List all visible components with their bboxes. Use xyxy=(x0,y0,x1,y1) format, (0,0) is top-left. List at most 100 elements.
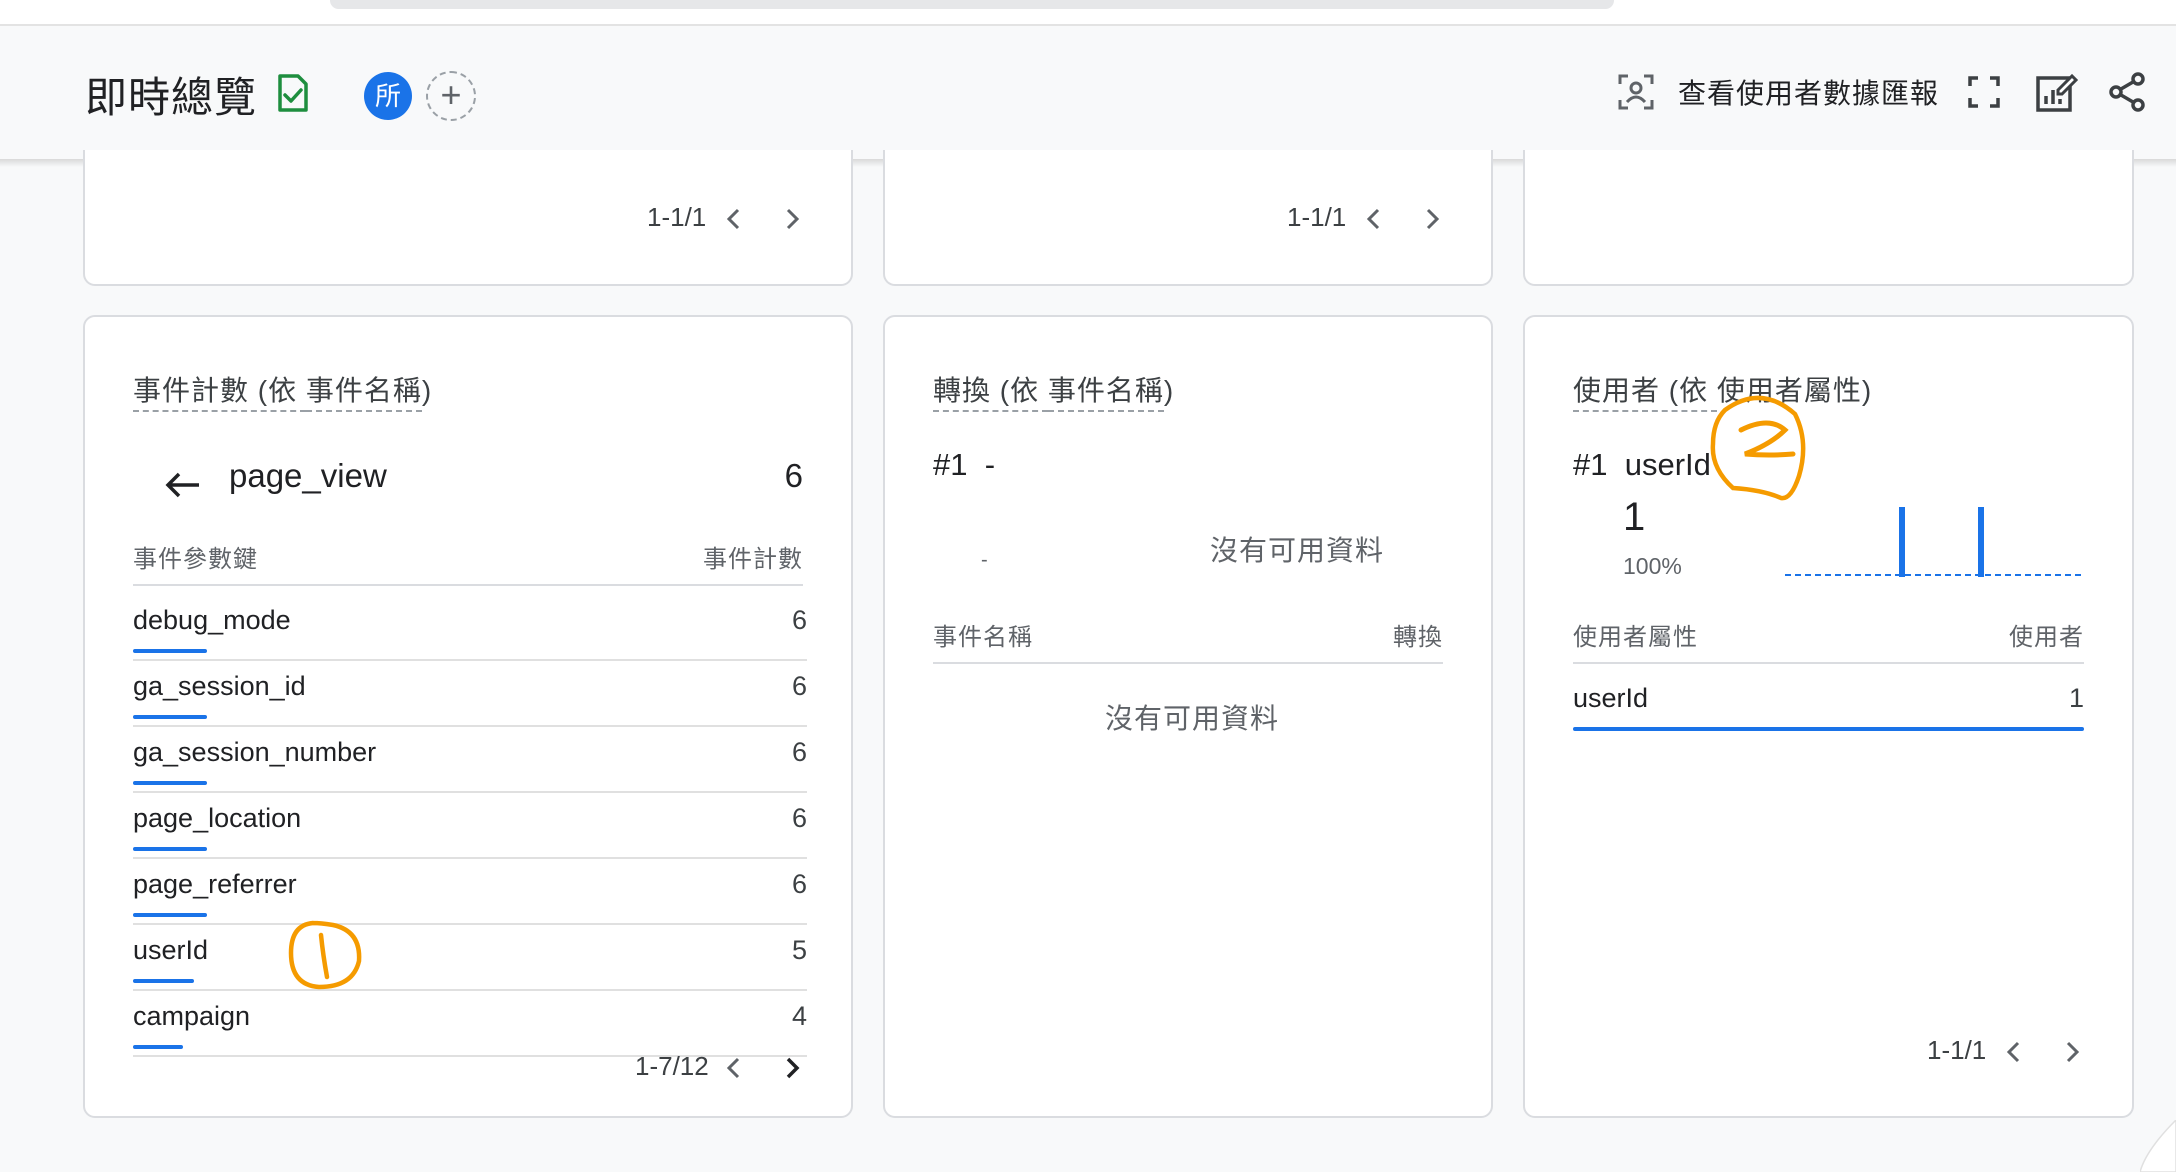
table-row[interactable]: ga_session_id 6 xyxy=(133,663,807,729)
handwritten-annotation-2 xyxy=(1710,395,1806,501)
row-value: 5 xyxy=(791,935,807,965)
top-card-1: 1-1/1 xyxy=(83,150,853,286)
chevron-left-icon[interactable] xyxy=(2001,1039,2027,1065)
chevron-left-icon[interactable] xyxy=(721,206,747,232)
chart-dash: - xyxy=(981,549,988,571)
top-card-3 xyxy=(1523,150,2134,286)
table-header-divider xyxy=(1573,662,2084,664)
row-value-bar xyxy=(133,649,207,653)
pager-label: 1-1/1 xyxy=(1927,1035,1987,1065)
column-header-value: 使用者 xyxy=(2009,624,2084,651)
row-key: debug_mode xyxy=(133,605,291,635)
share-icon[interactable] xyxy=(2106,70,2150,114)
row-key: ga_session_id xyxy=(133,671,306,701)
card-title: 事件計數 (依 事件名稱) xyxy=(133,369,433,412)
card-title: 轉換 (依 事件名稱) xyxy=(933,369,1175,412)
dimension-selector[interactable]: 事件名稱 xyxy=(305,375,422,412)
table-row[interactable]: userId 1 xyxy=(1573,675,2084,741)
row-value: 6 xyxy=(791,605,807,635)
page-corner-decoration xyxy=(2140,1120,2176,1172)
no-data-chart-message: 沒有可用資料 xyxy=(1210,535,1385,566)
row-divider xyxy=(133,725,807,727)
metric-label[interactable]: 事件計數 (依 xyxy=(133,375,306,412)
table-row[interactable]: page_referrer 6 xyxy=(133,861,807,927)
top-item-label: #1 userId xyxy=(1573,447,1711,482)
pager-label: 1-1/1 xyxy=(1287,202,1347,232)
add-comparison-button[interactable]: + xyxy=(426,71,476,121)
row-divider xyxy=(133,857,807,859)
title-suffix: ) xyxy=(1861,375,1873,406)
row-value-bar xyxy=(133,979,195,983)
chevron-right-icon[interactable] xyxy=(779,206,805,232)
table-header-divider xyxy=(933,662,1443,664)
table-header-divider xyxy=(133,584,803,586)
top-item-percent: 100% xyxy=(1623,553,1682,579)
row-value: 4 xyxy=(791,1001,807,1031)
table-row[interactable]: page_location 6 xyxy=(133,795,807,861)
comparison-avatar[interactable]: 所 xyxy=(364,72,412,120)
column-header-key: 使用者屬性 xyxy=(1573,624,1698,651)
row-key: userId xyxy=(1573,683,1649,713)
browser-top-strip xyxy=(0,0,2176,26)
column-header-value: 事件計數 xyxy=(703,546,803,573)
top-item-label: #1 - xyxy=(933,447,996,482)
view-user-snapshot-link[interactable]: 查看使用者數據匯報 xyxy=(1678,72,1939,112)
row-divider xyxy=(133,791,807,793)
check-document-icon[interactable] xyxy=(276,74,310,112)
sparkline-bar xyxy=(1978,507,1984,577)
table-row[interactable]: campaign 4 xyxy=(133,993,807,1059)
pager-label: 1-7/12 xyxy=(635,1051,709,1081)
page-title: 即時總覽 xyxy=(85,74,258,121)
back-arrow-icon[interactable] xyxy=(163,470,203,500)
row-value-bar xyxy=(133,847,207,851)
page-header: 即時總覽 所 + 查看使用者數據匯報 xyxy=(0,26,2176,167)
row-value-bar xyxy=(133,781,207,785)
row-key: page_location xyxy=(133,803,302,833)
pager-label: 1-1/1 xyxy=(647,202,707,232)
metric-label[interactable]: 使用者 (依 xyxy=(1573,375,1717,412)
top-item-value: 1 xyxy=(1623,495,1646,539)
users-sparkline-chart xyxy=(1785,507,2085,577)
top-card-2: 1-1/1 xyxy=(883,150,1493,286)
row-value: 6 xyxy=(791,671,807,701)
fullscreen-icon[interactable] xyxy=(1962,70,2006,114)
no-data-table-message: 沒有可用資料 xyxy=(1105,703,1280,734)
users-by-property-card: 使用者 (依 使用者屬性) #1 userId 1 100% 使用者屬性 使用者… xyxy=(1523,315,2134,1118)
row-key: ga_session_number xyxy=(133,737,377,767)
row-key: page_referrer xyxy=(133,869,297,899)
row-divider xyxy=(133,659,807,661)
chevron-right-icon[interactable] xyxy=(2059,1039,2085,1065)
chevron-left-icon[interactable] xyxy=(1361,206,1387,232)
row-key: userId xyxy=(133,935,209,965)
row-value: 6 xyxy=(791,737,807,767)
selected-event-count: 6 xyxy=(784,457,803,494)
sparkline-bar xyxy=(1899,507,1905,577)
table-row[interactable]: userId 5 xyxy=(133,927,807,993)
column-header-key: 事件名稱 xyxy=(933,624,1033,651)
row-value-bar xyxy=(1573,727,2084,731)
address-bar-edge xyxy=(330,0,1614,9)
row-value: 1 xyxy=(2068,683,2084,713)
selected-event-name: page_view xyxy=(229,457,387,494)
column-header-value: 轉換 xyxy=(1393,624,1443,651)
event-count-card: 事件計數 (依 事件名稱) page_view 6 事件參數鍵 事件計數 deb… xyxy=(83,315,853,1118)
row-value-bar xyxy=(133,715,207,719)
chevron-right-icon[interactable] xyxy=(779,1055,805,1081)
row-value: 6 xyxy=(791,803,807,833)
chevron-right-icon[interactable] xyxy=(1419,206,1445,232)
user-snapshot-icon[interactable] xyxy=(1614,70,1658,114)
table-row[interactable]: ga_session_number 6 xyxy=(133,729,807,795)
row-value-bar xyxy=(133,1045,183,1049)
customize-report-icon[interactable] xyxy=(2034,70,2078,114)
handwritten-annotation-1 xyxy=(288,920,362,990)
row-value: 6 xyxy=(791,869,807,899)
chevron-left-icon[interactable] xyxy=(721,1055,747,1081)
title-suffix: ) xyxy=(421,375,433,406)
row-divider xyxy=(133,923,807,925)
row-divider xyxy=(133,989,807,991)
table-row[interactable]: debug_mode 6 xyxy=(133,597,807,663)
title-suffix: ) xyxy=(1163,375,1175,406)
dimension-selector[interactable]: 事件名稱 xyxy=(1047,375,1164,412)
row-value-bar xyxy=(133,913,207,917)
metric-label[interactable]: 轉換 (依 xyxy=(933,375,1048,412)
